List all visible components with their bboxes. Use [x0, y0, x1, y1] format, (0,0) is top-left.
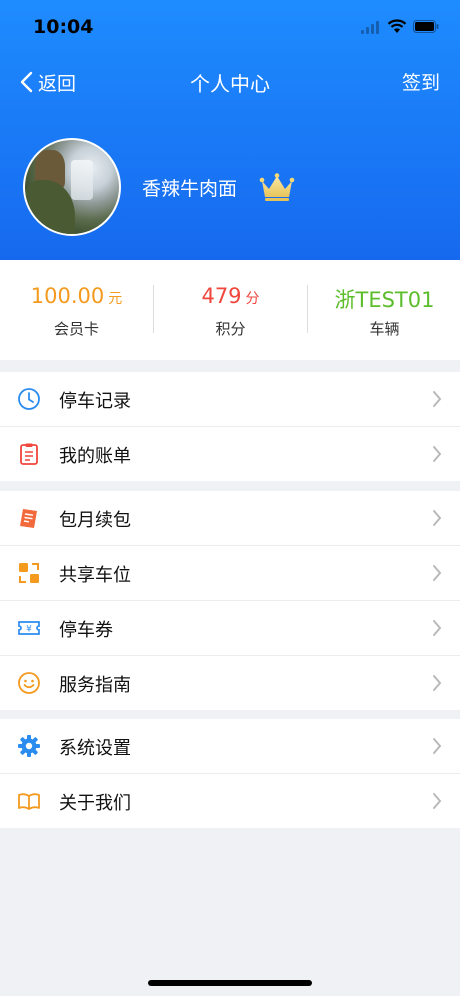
stat-membership-card[interactable]: 100.00 元 会员卡	[0, 260, 153, 360]
menu-item-label: 服务指南	[59, 675, 131, 696]
share-icon	[19, 563, 39, 583]
menu-item-about-us[interactable]: 关于我们	[0, 774, 460, 828]
crown-icon	[259, 173, 295, 201]
menu-group-system: 系统设置 关于我们	[0, 719, 460, 828]
menu-item-shared-parking[interactable]: 共享车位	[0, 546, 460, 601]
menu-item-label: 共享车位	[59, 565, 131, 586]
chevron-right-icon	[433, 391, 442, 407]
stat-label: 车辆	[369, 320, 400, 338]
menu-item-service-guide[interactable]: 服务指南	[0, 656, 460, 710]
menu-item-label: 系统设置	[59, 738, 131, 759]
status-time: 10:04	[33, 16, 94, 38]
stat-label: 积分	[215, 320, 246, 338]
menu-item-monthly-renewal[interactable]: 包月续包	[0, 491, 460, 546]
username: 香辣牛肉面	[142, 178, 238, 200]
ticket-icon: ¥	[18, 621, 40, 635]
menu-item-label: 停车记录	[59, 391, 131, 412]
stat-value: 479	[201, 284, 242, 308]
stat-value: 浙TEST01	[334, 288, 435, 312]
wifi-icon	[387, 19, 407, 33]
battery-icon	[413, 20, 439, 33]
chevron-right-icon	[433, 510, 442, 526]
stat-label: 会员卡	[53, 320, 99, 338]
svg-text:¥: ¥	[26, 625, 32, 635]
stat-vehicle[interactable]: 浙TEST01 车辆	[308, 260, 460, 360]
stat-unit: 元	[108, 291, 123, 307]
clock-icon	[18, 388, 40, 410]
stat-unit: 分	[245, 291, 260, 307]
chevron-right-icon	[433, 793, 442, 809]
smile-icon	[18, 672, 40, 694]
cellular-signal-icon	[361, 21, 381, 34]
menu-item-label: 关于我们	[59, 793, 131, 814]
avatar[interactable]	[23, 138, 121, 236]
bill-icon	[20, 443, 38, 465]
chevron-right-icon	[433, 738, 442, 754]
menu-group-services: 包月续包 共享车位 ¥ 停车券 服务指南	[0, 491, 460, 710]
menu-group-records: 停车记录 我的账单	[0, 372, 460, 481]
nav-bar: 返回 个人中心 签到	[0, 56, 460, 106]
menu-item-parking-coupon[interactable]: ¥ 停车券	[0, 601, 460, 656]
profile-header: 10:04 返回 个人中心 签到 香辣牛肉面	[0, 0, 460, 260]
stat-points[interactable]: 479 分 积分	[154, 260, 307, 360]
chevron-right-icon	[433, 565, 442, 581]
chevron-right-icon	[433, 675, 442, 691]
gear-icon	[18, 735, 40, 757]
menu-item-label: 包月续包	[59, 510, 131, 531]
menu-item-label: 我的账单	[59, 446, 131, 467]
menu-item-system-settings[interactable]: 系统设置	[0, 719, 460, 774]
home-indicator[interactable]	[148, 980, 312, 986]
chevron-right-icon	[433, 446, 442, 462]
menu-item-parking-records[interactable]: 停车记录	[0, 372, 460, 427]
chevron-right-icon	[433, 620, 442, 636]
page-title: 个人中心	[190, 72, 270, 96]
stats-bar: 100.00 元 会员卡 479 分 积分 浙TEST01 车辆	[0, 260, 460, 360]
menu-item-label: 停车券	[59, 620, 113, 641]
status-bar: 10:04	[0, 0, 460, 56]
signin-button[interactable]: 签到	[402, 68, 440, 95]
book-icon	[18, 793, 40, 810]
stat-value: 100.00	[30, 284, 105, 308]
menu-item-my-bills[interactable]: 我的账单	[0, 427, 460, 481]
receipt-icon	[20, 509, 37, 528]
